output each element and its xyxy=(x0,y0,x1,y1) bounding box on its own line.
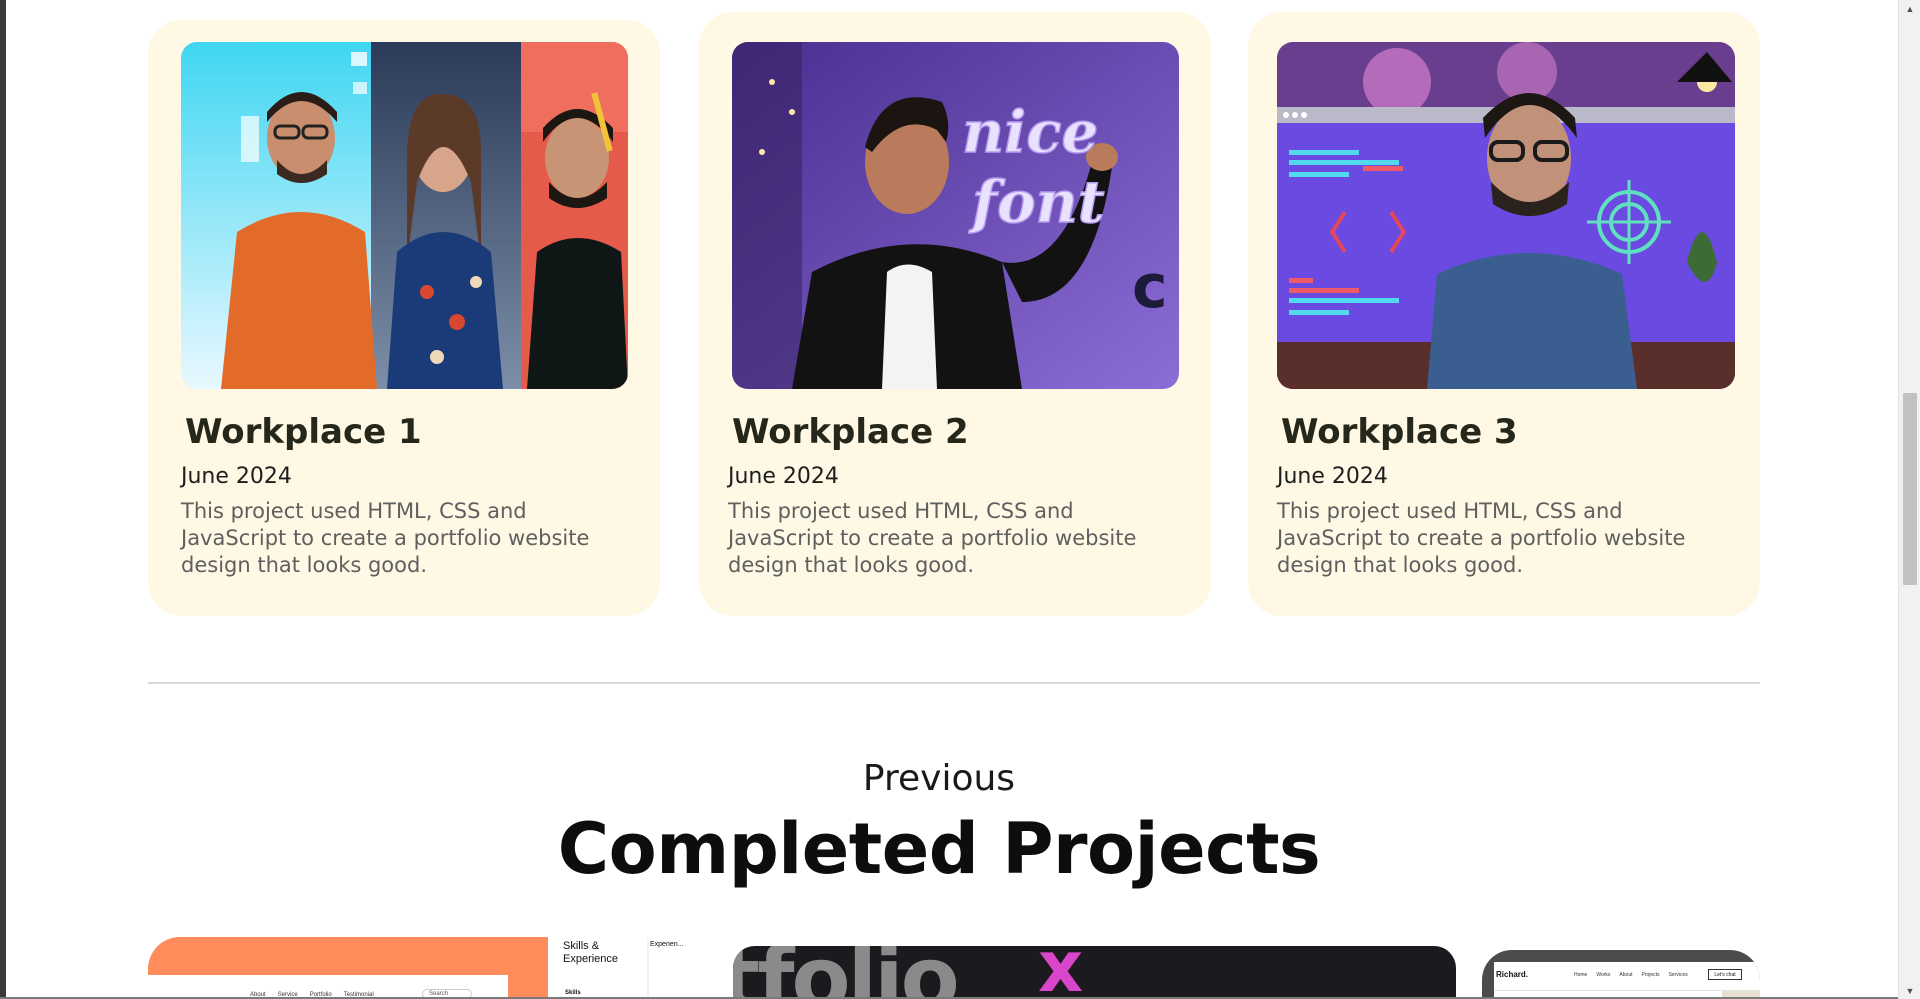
workplace-3-date: June 2024 xyxy=(1277,464,1388,489)
workplace-3-title: Workplace 3 xyxy=(1281,412,1518,452)
workplace-2-title: Workplace 2 xyxy=(732,412,969,452)
workplace-2-description: This project used HTML, CSS and JavaScri… xyxy=(728,499,1137,577)
workplace-2-image: nice font c xyxy=(732,42,1179,389)
projects-eyebrow: Previous xyxy=(862,758,1016,799)
vertical-scrollbar[interactable]: ▲ ▼ xyxy=(1898,0,1920,999)
workplace-1-image xyxy=(181,42,628,389)
scroll-up-icon[interactable]: ▲ xyxy=(1899,0,1920,17)
projects-title: Completed Projects xyxy=(557,808,1321,890)
project-3-nav-item: Works xyxy=(1596,972,1611,978)
scroll-down-icon[interactable]: ▼ xyxy=(1899,982,1920,999)
svg-text:nice: nice xyxy=(962,98,1098,166)
window-left-edge xyxy=(0,0,6,999)
svg-text:font: font xyxy=(968,168,1105,236)
workplace-2-date: June 2024 xyxy=(728,464,839,489)
page-viewport: Workplace 1 June 2024 This project used … xyxy=(0,0,1898,999)
project-2-mark: x xyxy=(1038,946,1084,999)
workplace-1-date: June 2024 xyxy=(181,464,292,489)
project-3-cta[interactable]: Let's chat xyxy=(1708,969,1742,980)
project-preview-3[interactable]: Richard. Home Works About Projects Servi… xyxy=(1482,950,1760,999)
project-3-rule xyxy=(1494,990,1760,991)
project-3-nav-item: About xyxy=(1619,972,1633,978)
scroll-thumb[interactable] xyxy=(1903,393,1917,585)
workplace-card-2[interactable]: nice font c Workplace 2 June 2024 This p… xyxy=(699,12,1211,616)
section-divider xyxy=(148,682,1760,684)
project-3-brand: Richard. xyxy=(1496,970,1529,979)
project-1-side-title: Experien... xyxy=(650,941,684,948)
workplace-3-description: This project used HTML, CSS and JavaScri… xyxy=(1277,499,1686,577)
workplace-1-description: This project used HTML, CSS and JavaScri… xyxy=(181,499,590,577)
svg-text:c: c xyxy=(1132,252,1168,322)
project-3-nav-item: Home xyxy=(1574,972,1588,978)
project-3-nav: Home Works About Projects Services xyxy=(1574,972,1688,978)
workplace-card-1[interactable]: Workplace 1 June 2024 This project used … xyxy=(148,20,660,616)
project-2-big-text: tfolio xyxy=(733,946,960,999)
project-3-nav-item: Projects xyxy=(1641,972,1660,978)
project-3-nav-item: Services xyxy=(1668,972,1688,978)
project-1-panel-title: Skills & Experience xyxy=(563,940,619,965)
workplace-card-3[interactable]: Workplace 3 June 2024 This project used … xyxy=(1248,12,1760,616)
project-1-panel-sub: Skills xyxy=(565,990,581,996)
project-preview-2[interactable]: tfolio x xyxy=(733,946,1456,999)
workplace-3-image xyxy=(1277,42,1735,389)
workplace-1-title: Workplace 1 xyxy=(185,412,422,452)
